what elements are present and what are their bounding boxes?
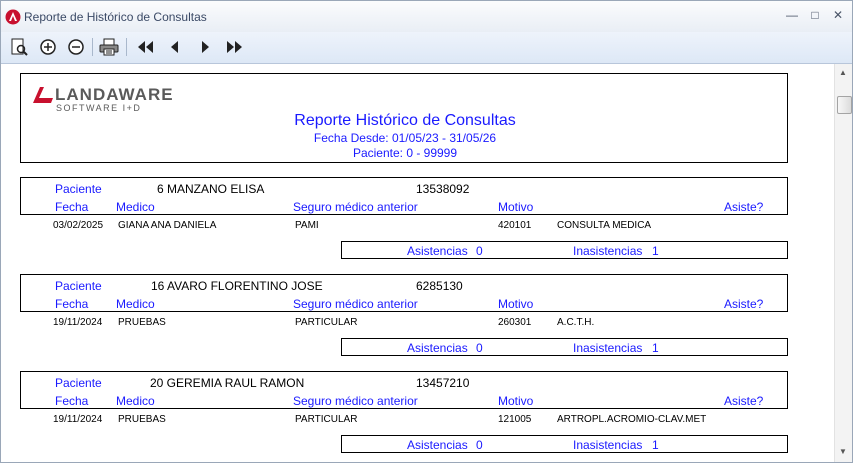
app-icon [5,9,21,25]
patient-number: 13538092 [416,182,470,196]
prev-page-icon[interactable] [165,37,185,57]
paciente-label: Paciente [55,376,102,390]
paciente-label: Paciente [55,279,102,293]
row-motivo-code: 420101 [498,220,532,231]
asistencias-label: Asistencias [407,438,468,452]
zoom-in-icon[interactable] [38,37,58,57]
seguro-header: Seguro médico anterior [293,297,418,311]
row-fecha: 03/02/2025 [53,220,104,231]
row-seguro: PARTICULAR [295,414,358,425]
preview-icon[interactable] [9,37,29,57]
close-button[interactable]: ✕ [827,6,849,24]
toolbar [1,32,852,64]
report-header: LANDAWARE SOFTWARE I+D Reporte Histórico… [20,73,788,163]
fecha-header: Fecha [55,394,89,408]
toolbar-separator [92,38,93,56]
asiste-header: Asiste? [724,297,764,311]
seguro-header: Seguro médico anterior [293,200,418,214]
motivo-header: Motivo [498,394,534,408]
patient-number: 13457210 [416,376,470,390]
asistencias-label: Asistencias [407,341,468,355]
inasistencias-label: Inasistencias [573,341,643,355]
inasistencias-label: Inasistencias [573,438,643,452]
title-bar: Reporte de Histórico de Consultas — □ ✕ [1,1,852,33]
scroll-up-icon[interactable]: ▲ [839,68,847,77]
patient-name: 16 AVARO FLORENTINO JOSE [151,279,323,293]
last-page-icon[interactable] [224,37,244,57]
row-motivo-code: 260301 [498,317,532,328]
row-motivo-desc: ARTROPL.ACROMIO-CLAV.MET [557,414,707,425]
report-page: LANDAWARE SOFTWARE I+D Reporte Histórico… [1,64,834,462]
asistencias-count: 0 [476,244,483,258]
asistencias-count: 0 [476,438,483,452]
report-window: Reporte de Histórico de Consultas — □ ✕ [0,0,853,463]
row-medico: PRUEBAS [118,414,166,425]
row-seguro: PARTICULAR [295,317,358,328]
fecha-header: Fecha [55,297,89,311]
row-seguro: PAMI [295,220,319,231]
row-medico: PRUEBAS [118,317,166,328]
seguro-header: Seguro médico anterior [293,394,418,408]
logo-mark-icon [33,87,53,103]
patient-name: 6 MANZANO ELISA [157,182,265,196]
inasistencias-label: Inasistencias [573,244,643,258]
maximize-button[interactable]: □ [804,6,826,24]
motivo-header: Motivo [498,200,534,214]
row-medico: GIANA ANA DANIELA [118,220,217,231]
logo-brand: LANDAWARE [55,85,174,104]
minimize-button[interactable]: — [781,6,803,24]
paciente-label: Paciente [55,182,102,196]
toolbar-separator [126,38,127,56]
zoom-out-icon[interactable] [66,37,86,57]
medico-header: Medico [116,394,155,408]
scroll-down-icon[interactable]: ▼ [839,447,847,456]
asiste-header: Asiste? [724,394,764,408]
report-date-range: Fecha Desde: 01/05/23 - 31/05/26 [313,131,497,145]
medico-header: Medico [116,200,155,214]
scroll-thumb[interactable] [837,96,852,114]
patient-name: 20 GEREMIA RAUL RAMON [150,376,305,390]
row-motivo-desc: CONSULTA MEDICA [557,220,652,231]
fecha-header: Fecha [55,200,89,214]
row-fecha: 19/11/2024 [53,414,103,425]
report-title: Reporte Histórico de Consultas [294,112,516,129]
asistencias-label: Asistencias [407,244,468,258]
row-fecha: 19/11/2024 [53,317,103,328]
row-motivo-desc: A.C.T.H. [557,317,595,328]
medico-header: Medico [116,297,155,311]
inasistencias-count: 1 [652,341,659,355]
vertical-scrollbar[interactable]: ▲ ▼ [834,64,852,462]
patient-number: 6285130 [416,279,463,293]
print-icon[interactable] [99,37,119,57]
report-patient-range: Paciente: 0 - 99999 [352,146,458,160]
window-title: Reporte de Histórico de Consultas [24,10,207,24]
next-page-icon[interactable] [195,37,215,57]
motivo-header: Motivo [498,297,534,311]
inasistencias-count: 1 [652,438,659,452]
landaware-logo: LANDAWARE SOFTWARE I+D [33,85,183,115]
row-motivo-code: 121005 [498,414,532,425]
asistencias-count: 0 [476,341,483,355]
first-page-icon[interactable] [136,37,156,57]
asiste-header: Asiste? [724,200,764,214]
inasistencias-count: 1 [652,244,659,258]
